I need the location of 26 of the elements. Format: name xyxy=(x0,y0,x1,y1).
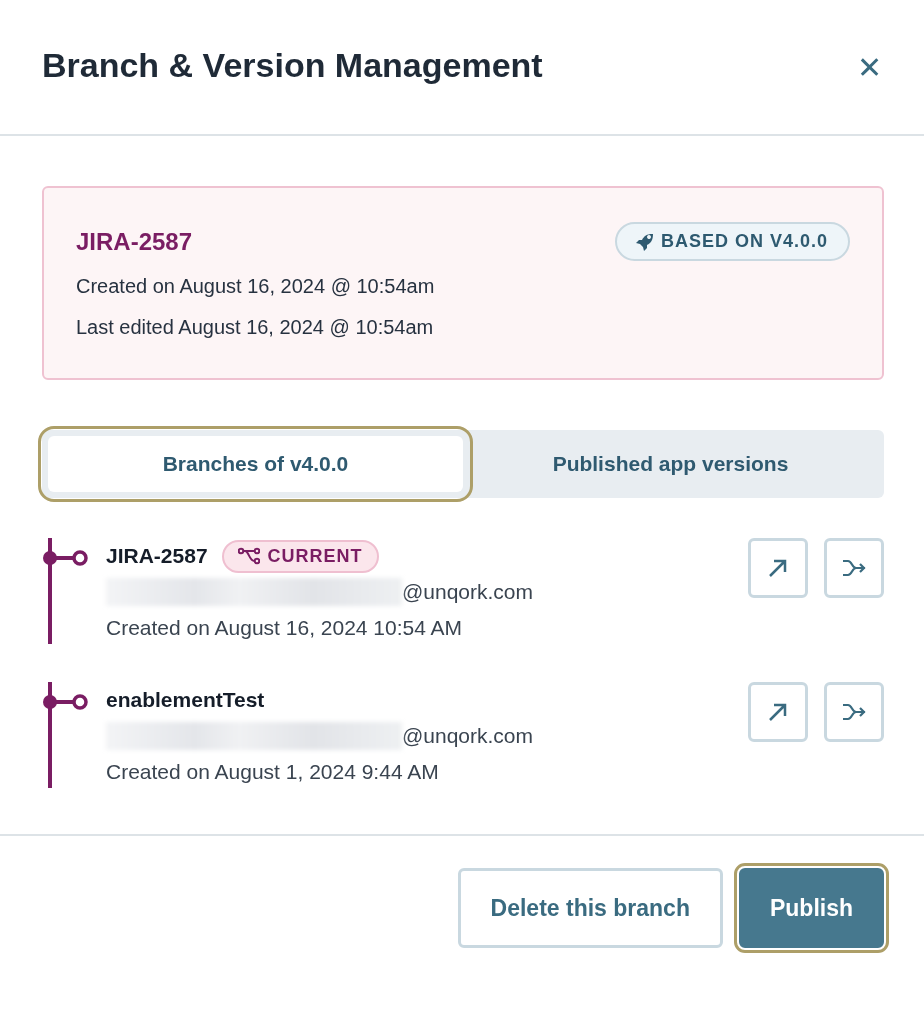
open-button[interactable] xyxy=(748,538,808,598)
branch-created-date: Created on August 16, 2024 10:54 AM xyxy=(106,616,463,640)
open-button[interactable] xyxy=(748,682,808,742)
branch-email: @unqork.com xyxy=(402,580,534,604)
branch-email: @unqork.com xyxy=(402,724,534,748)
edited-date: Last edited August 16, 2024 @ 10:54am xyxy=(76,316,435,339)
created-date: Created on August 16, 2024 @ 10:54am xyxy=(76,275,436,298)
merge-icon xyxy=(841,557,867,579)
dialog-title: Branch & Version Management xyxy=(42,45,543,85)
rocket-icon xyxy=(634,232,653,251)
merge-button[interactable] xyxy=(824,538,884,598)
branch-icon xyxy=(237,547,260,565)
arrow-up-right-icon xyxy=(767,701,789,723)
current-badge: CURRENT xyxy=(221,539,379,573)
version-badge: BASED ON V4.0.0 xyxy=(614,222,850,261)
delete-button[interactable]: Delete this branch xyxy=(457,868,723,948)
tab[interactable]: Published app versions xyxy=(463,436,878,492)
close-button[interactable]: ✕ xyxy=(857,49,882,85)
merge-icon xyxy=(841,701,867,723)
tab[interactable]: Branches of v4.0.0 xyxy=(48,436,463,492)
arrow-up-right-icon xyxy=(767,557,789,579)
branch-name: JIRA-2587 xyxy=(76,227,193,256)
merge-button[interactable] xyxy=(824,682,884,742)
branch-name: enablementTest xyxy=(106,688,265,712)
branch-created-date: Created on August 1, 2024 9:44 AM xyxy=(106,760,439,784)
branch-name: JIRA-2587 xyxy=(106,544,208,568)
